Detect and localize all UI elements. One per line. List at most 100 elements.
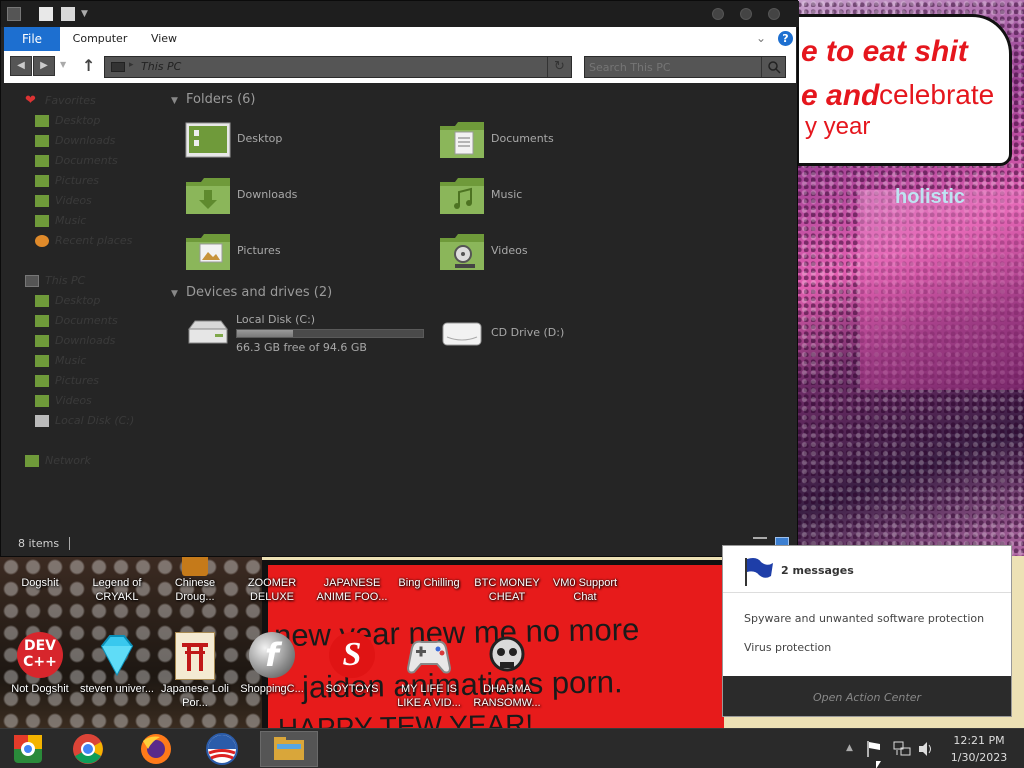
back-button[interactable]: ◀ xyxy=(10,56,32,76)
drive-cd[interactable]: CD Drive (D:) xyxy=(427,313,677,359)
disk-usage-fill xyxy=(237,330,293,337)
sidebar-item-pc-desktop[interactable]: Desktop xyxy=(35,291,100,311)
item-count: 8 items xyxy=(18,537,60,550)
search-input[interactable] xyxy=(589,59,757,75)
screen: holistic e to eat shit e and celebrate y… xyxy=(0,0,1024,768)
address-bar[interactable]: ▸ This PC ↻ xyxy=(104,56,572,78)
sidebar-item-pc-pictures[interactable]: Pictures xyxy=(35,371,99,391)
sidebar-item-this-pc[interactable]: This PC xyxy=(25,271,85,291)
network-status-icon[interactable] xyxy=(893,741,911,761)
flag-icon xyxy=(741,556,775,588)
folder-pictures[interactable]: Pictures xyxy=(173,232,423,278)
desktop-icon-dharma-ransomware[interactable]: DHARMA RANSOMW... xyxy=(467,632,547,710)
sidebar-item-fav-pictures[interactable]: Pictures xyxy=(35,171,99,191)
up-button[interactable]: ↑ xyxy=(82,56,95,75)
close-button[interactable] xyxy=(768,8,780,20)
status-bar: 8 items xyxy=(1,533,799,557)
new-folder-icon[interactable] xyxy=(61,7,75,21)
bubble-line-2b: celebrate xyxy=(879,79,995,110)
documents-folder-icon xyxy=(440,122,484,158)
desktop-icon-soytoys[interactable]: S SOYTOYS xyxy=(312,632,392,696)
folder-label: Desktop xyxy=(237,132,283,145)
torii-gate-icon xyxy=(175,632,215,680)
wallpaper-sign xyxy=(860,190,1024,390)
sidebar-item-pc-documents[interactable]: Documents xyxy=(35,311,118,331)
sidebar-item-fav-recent[interactable]: Recent places xyxy=(35,231,132,251)
sidebar-item-favorites[interactable]: ❤ Favorites xyxy=(25,91,96,111)
forward-button[interactable]: ▶ xyxy=(33,56,55,76)
expand-ribbon-icon[interactable]: ⌄ xyxy=(756,31,766,45)
help-icon[interactable]: ? xyxy=(778,31,793,46)
speech-bubble: e to eat shit e and celebrate y year xyxy=(796,14,1012,166)
disk-usage-bar xyxy=(236,329,424,338)
maximize-button[interactable] xyxy=(740,8,752,20)
desktop-icon-not-dogshit[interactable]: DEV C++ Not Dogshit xyxy=(0,632,80,696)
music-folder-icon xyxy=(440,178,484,214)
recent-locations-icon[interactable]: ▼ xyxy=(60,60,66,69)
sidebar-item-fav-desktop[interactable]: Desktop xyxy=(35,111,100,131)
pc-address-icon xyxy=(111,62,125,72)
folder-documents[interactable]: Documents xyxy=(427,120,677,166)
address-dropdown-icon[interactable]: ▸ xyxy=(129,60,134,70)
search-box[interactable] xyxy=(584,56,786,78)
local-disk-label: Local Disk (C:) xyxy=(236,313,316,326)
minimize-button[interactable] xyxy=(712,8,724,20)
volume-icon[interactable] xyxy=(917,740,935,762)
devices-header[interactable]: ▼ Devices and drives (2) xyxy=(171,285,332,300)
folder-desktop[interactable]: Desktop xyxy=(173,120,423,166)
pc-icon xyxy=(25,275,39,287)
start-button[interactable] xyxy=(4,731,56,767)
taskbar-chrome[interactable] xyxy=(64,731,116,767)
bubble-line-2: e and xyxy=(801,79,880,112)
sidebar-item-fav-downloads[interactable]: Downloads xyxy=(35,131,115,151)
ribbon: File Computer View ⌄ ? xyxy=(4,27,796,51)
clock-date: 1/30/2023 xyxy=(950,751,1008,764)
sidebar-item-fav-documents[interactable]: Documents xyxy=(35,151,118,171)
sidebar-item-network[interactable]: Network xyxy=(25,451,91,471)
open-action-center-label: Open Action Center xyxy=(812,691,922,704)
properties-icon[interactable] xyxy=(39,7,53,21)
tab-computer[interactable]: Computer xyxy=(68,27,132,51)
network-icon xyxy=(25,455,39,467)
tab-view[interactable]: View xyxy=(144,27,184,51)
folder-downloads[interactable]: Downloads xyxy=(173,176,423,222)
wallpaper-sign-text: holistic xyxy=(895,186,966,208)
diamond-icon xyxy=(94,632,140,678)
sidebar-item-fav-music[interactable]: Music xyxy=(35,211,86,231)
drive-local-disk[interactable]: Local Disk (C:) 66.3 GB free of 94.6 GB xyxy=(173,313,433,357)
desktop-icon-my-life-video[interactable]: MY LIFE IS LIKE A VID... xyxy=(389,632,469,710)
taskbar-firefox[interactable] xyxy=(130,731,182,767)
folder-label: Pictures xyxy=(237,244,281,257)
refresh-icon[interactable]: ↻ xyxy=(547,57,571,77)
title-bar[interactable]: ▼ xyxy=(1,1,799,27)
desktop-icon-steven-univer[interactable]: steven univer... xyxy=(77,632,157,696)
spyware-protection-message[interactable]: Spyware and unwanted software protection xyxy=(744,612,984,625)
taskbar-file-explorer[interactable] xyxy=(260,731,318,767)
taskbar-obama-app[interactable] xyxy=(196,731,248,767)
music-icon xyxy=(35,355,49,367)
tab-file[interactable]: File xyxy=(4,27,60,51)
folder-label: Documents xyxy=(491,132,554,145)
open-action-center-link[interactable]: Open Action Center xyxy=(723,676,1011,716)
sidebar-item-pc-videos[interactable]: Videos xyxy=(35,391,92,411)
folder-music[interactable]: Music xyxy=(427,176,677,222)
folders-header[interactable]: ▼ Folders (6) xyxy=(171,92,256,107)
devcpp-icon-line-1: DEV xyxy=(23,638,57,654)
desktop-icon-shoppingc[interactable]: f ShoppingC... xyxy=(232,632,312,696)
search-icon[interactable] xyxy=(761,57,785,77)
folder-videos[interactable]: Videos xyxy=(427,232,677,278)
desktop-icon-japanese-loli[interactable]: Japanese Loli Por... xyxy=(155,632,235,710)
sidebar-item-pc-downloads[interactable]: Downloads xyxy=(35,331,115,351)
messages-title: 2 messages xyxy=(781,564,854,577)
action-center-flag-icon[interactable] xyxy=(866,740,882,762)
customize-quick-access-icon[interactable]: ▼ xyxy=(81,7,95,21)
sidebar-item-pc-music[interactable]: Music xyxy=(35,351,86,371)
show-hidden-icons-icon[interactable]: ▲ xyxy=(846,743,853,753)
clock[interactable]: 12:21 PM 1/30/2023 xyxy=(944,732,1014,766)
window-icon[interactable] xyxy=(7,7,21,21)
pictures-icon xyxy=(35,175,49,187)
sidebar-item-fav-videos[interactable]: Videos xyxy=(35,191,92,211)
gamepad-icon xyxy=(404,632,454,678)
virus-protection-message[interactable]: Virus protection xyxy=(744,641,831,654)
sidebar-item-pc-local-disk[interactable]: Local Disk (C:) xyxy=(35,411,134,431)
